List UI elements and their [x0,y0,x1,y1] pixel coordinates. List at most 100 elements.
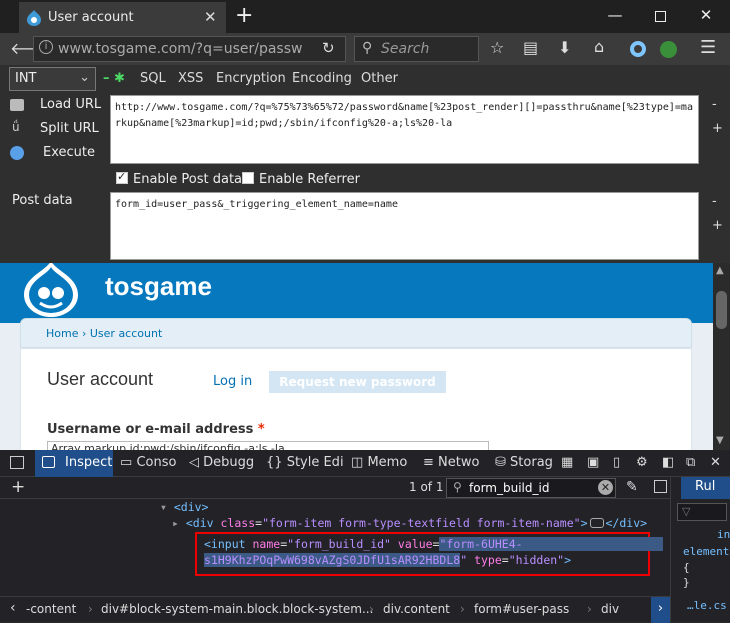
post-shrink-button[interactable]: - [712,194,717,209]
tab-rules[interactable]: Rul [681,477,730,499]
extension-green-icon[interactable] [660,41,677,58]
responsive-icon[interactable]: ▦ [561,455,573,470]
breadcrumb-prev-icon[interactable]: ‹ [10,600,16,616]
tab-network[interactable]: ≡ Netwo [423,455,479,470]
menu-encryption[interactable]: Encryption [216,71,286,86]
breadcrumb-item[interactable]: div.content [383,602,450,616]
tab-storage[interactable]: ⛁ Storag [495,455,553,470]
scroll-up-icon[interactable]: ▲ [716,265,724,276]
tab-memory[interactable]: ◫ Memo [351,455,407,470]
markup-val-name: "form_build_id" [287,537,391,551]
markup-attr-name: name [252,537,281,551]
search-icon: ⚲ [453,480,462,494]
menu-other[interactable]: Other [361,71,398,86]
breadcrumb-separator-icon: › [587,602,592,616]
username-field[interactable]: Array markup id;pwd;/sbin/ifconfig -a;ls… [47,441,489,450]
enable-referrer-checkbox[interactable]: Enable Referrer [242,172,360,187]
markup-line-input[interactable]: <input name="form_build_id" value="form-… [204,537,663,551]
load-url-button[interactable]: Load URL [40,97,101,112]
scroll-down-icon[interactable]: ▼ [716,435,724,446]
split-url-button[interactable]: Split URL [40,121,99,136]
markup-input-close: > [564,553,572,567]
hackbar-green-icon[interactable]: – ✱ [103,71,125,86]
reload-icon[interactable]: ↻ [322,39,335,57]
breadcrumb-item[interactable]: div#block-system-main.block.block-system… [101,602,373,616]
site-name[interactable]: tosgame [105,271,212,302]
username-label-text: Username or e-mail address [47,422,254,437]
breadcrumb[interactable]: Home › User account [20,318,692,348]
close-window-icon[interactable]: ✕ [696,6,716,24]
minimize-icon[interactable]: — [605,6,625,24]
url-shrink-button[interactable]: - [712,97,717,112]
eyedropper-icon[interactable]: ✎ [626,479,638,495]
drupal-favicon-icon [27,10,41,26]
devtools-toolbar: Inspect ▭ Conso ◁ Debugg {} Style Edi ◫ … [0,450,730,477]
tab-log-in[interactable]: Log in [213,374,252,389]
breadcrumb-item[interactable]: div [601,602,619,616]
rules-filter-input[interactable]: ▽ [677,503,727,521]
post-expand-button[interactable]: + [712,218,723,233]
match-count: 1 of 1 [409,480,444,494]
breadcrumb-item[interactable]: form#user-pass [474,602,569,616]
menu-sql[interactable]: SQL [140,71,166,86]
rules-snippet: element [683,545,730,558]
rules-snippet[interactable]: …le.cs [687,599,727,612]
undock-icon[interactable]: ⧉ [686,455,695,470]
breadcrumb-item[interactable]: -content [26,602,76,616]
tab-request-new-password[interactable]: Request new password [269,371,446,393]
settings-gear-icon[interactable]: ⚙ [636,455,648,470]
split-url-icon[interactable]: ǘ [12,120,20,134]
execute-icon[interactable] [10,146,24,160]
menu-icon[interactable]: ☰ [700,37,716,58]
tab-storage-label: Storag [510,455,553,470]
tab-console[interactable]: ▭ Conso [120,455,176,470]
reading-list-icon[interactable]: ▤ [523,38,538,57]
markup-val-type: "hidden" [508,553,565,567]
close-devtools-icon[interactable]: ✕ [710,455,721,470]
download-icon[interactable]: ⬇ [558,38,571,57]
close-tab-icon[interactable]: ✕ [204,8,217,26]
load-url-icon[interactable] [10,99,24,111]
scrollbar-thumb[interactable] [716,291,727,329]
markup-line-input-cont[interactable]: s1H9KhzPOqPwW698vAZgS0JDfU1sAR92HBDL8" t… [204,553,571,567]
new-tab-icon[interactable]: + [235,3,253,28]
markup-line-form-item[interactable]: ▸ <div class="form-item form-type-textfi… [172,516,647,530]
maximize-icon[interactable] [650,8,670,26]
browser-tab[interactable]: User account ✕ [19,2,226,33]
network-icon: ≡ [423,455,434,470]
sidebar-toggle-icon[interactable] [654,480,667,493]
clear-search-icon[interactable]: ✕ [598,480,613,495]
url-bar[interactable]: i www.tosgame.com/?q=user/passw [33,36,346,62]
add-node-icon[interactable]: + [11,477,25,497]
markup-tag-open: <div [185,516,214,530]
tab-style-editor[interactable]: {} Style Edi [266,455,344,470]
post-data-textarea[interactable]: form_id=user_pass&_triggering_element_na… [110,192,699,260]
menu-encoding[interactable]: Encoding [292,71,352,86]
markup-search-input[interactable]: ⚲ form_build_id ✕ [446,478,616,498]
info-icon[interactable]: i [39,40,53,54]
breadcrumb-next-icon[interactable]: › [651,597,670,623]
pick-element-icon[interactable] [10,456,24,469]
url-textarea[interactable]: http://www.tosgame.com/?q=%75%73%65%72/p… [110,95,699,164]
dock-icon[interactable]: ◧ [662,455,674,470]
tab-debugger[interactable]: ◁ Debugg [189,455,254,470]
markup-line-div[interactable]: ▾ <div> [160,500,208,514]
markup-val-quote: " [460,553,468,567]
execute-button[interactable]: Execute [43,145,95,160]
int-select[interactable]: INT ⌄ [9,67,96,91]
extension-circle-icon[interactable] [630,41,646,57]
home-icon[interactable]: ⌂ [594,37,604,56]
enable-post-checkbox[interactable]: Enable Post data [116,170,242,187]
chevron-down-icon: ⌄ [79,70,90,85]
search-input[interactable]: ⚲ Search [354,36,479,62]
collapsed-content-icon[interactable] [589,518,604,528]
breadcrumb-separator-icon: › [460,602,465,616]
url-expand-button[interactable]: + [712,121,723,136]
menu-xss[interactable]: XSS [178,71,203,86]
tab-inspector[interactable]: Inspect [35,450,113,477]
page-scrollbar[interactable]: ▲ ▼ [713,263,730,450]
bookmark-star-icon[interactable]: ☆ [490,38,504,57]
screenshot-icon[interactable]: ▯ [613,455,620,470]
window-titlebar: User account ✕ + — ✕ [0,0,730,33]
scratchpad-icon[interactable]: ▣ [587,455,599,470]
